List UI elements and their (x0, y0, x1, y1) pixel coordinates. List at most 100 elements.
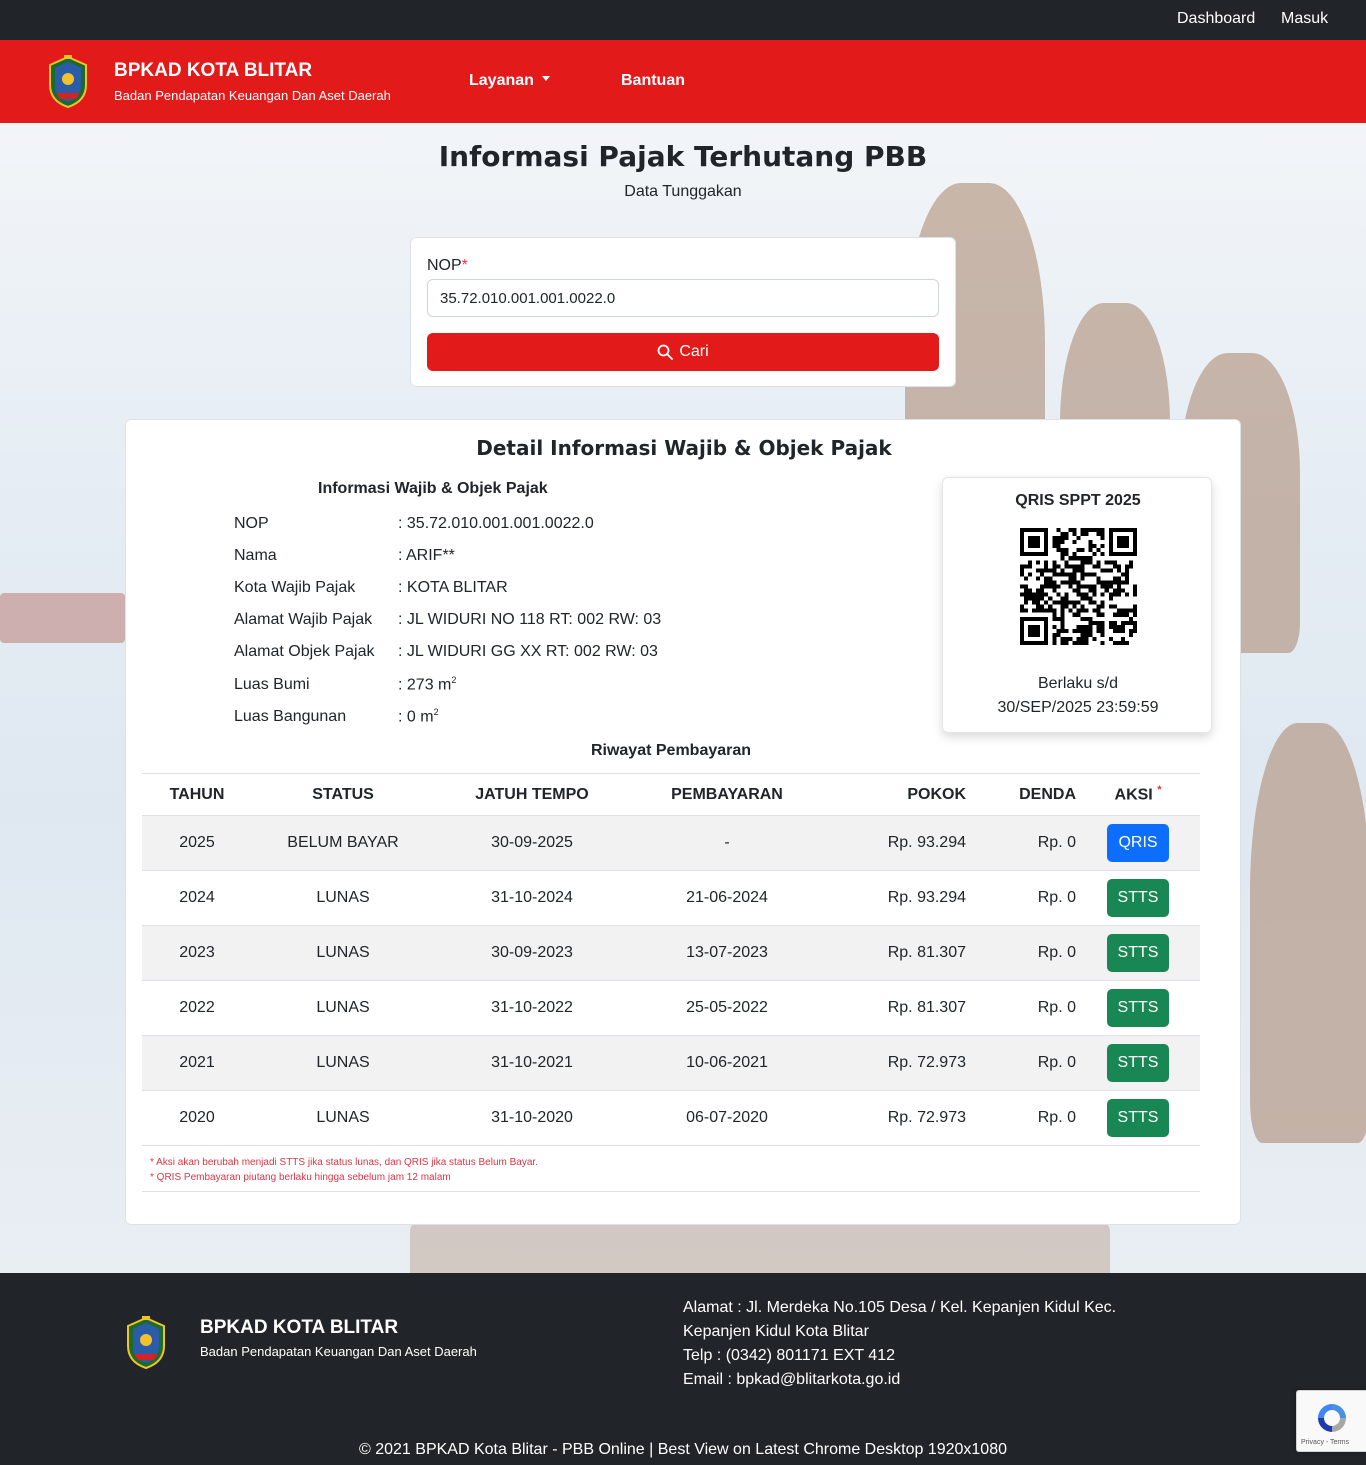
stts-button[interactable]: STTS (1107, 1099, 1169, 1137)
cell-tahun: 2024 (142, 870, 252, 926)
info-row-alamat-wajib: Alamat Wajib Pajak: JL WIDURI NO 118 RT:… (234, 611, 662, 628)
footer-emblem-icon (124, 1316, 168, 1370)
stts-button[interactable]: STTS (1107, 934, 1169, 972)
footer-title: BPKAD KOTA BLITAR (200, 1317, 399, 1338)
site-footer: BPKAD KOTA BLITAR Badan Pendapatan Keuan… (0, 1273, 1366, 1465)
cell-denda: Rp. 0 (968, 925, 1076, 981)
table-row: 2020 LUNAS 31-10-2020 06-07-2020 Rp. 72.973 R… (142, 1090, 1200, 1146)
brand-subtitle: Badan Pendapatan Keuangan Dan Aset Daera… (114, 88, 391, 103)
table-row: 2024 LUNAS 31-10-2024 21-06-2024 Rp. 93.294 R… (142, 870, 1200, 926)
cell-aksi: STTS (1076, 980, 1200, 1036)
payment-history-table: TAHUN STATUS JATUH TEMPO PEMBAYARAN POKO… (142, 773, 1200, 1146)
cell-status: BELUM BAYAR (252, 815, 434, 871)
footer-phone: Telp : (0342) 801171 EXT 412 (683, 1347, 895, 1364)
page-subtitle: Data Tunggakan (624, 183, 742, 200)
chevron-down-icon (541, 76, 550, 82)
info-row-nop: NOP: 35.72.010.001.001.0022.0 (234, 515, 594, 532)
cell-denda: Rp. 0 (968, 1090, 1076, 1146)
cell-denda: Rp. 0 (968, 815, 1076, 871)
cell-tahun: 2020 (142, 1090, 252, 1146)
col-tahun: TAHUN (142, 773, 252, 816)
cell-pembayaran: 21-06-2024 (630, 870, 824, 926)
nop-label-text: NOP (427, 257, 462, 274)
search-icon (657, 344, 674, 360)
table-row: 2021 LUNAS 31-10-2021 10-06-2021 Rp. 72.973 R… (142, 1035, 1200, 1091)
cell-aksi: STTS (1076, 1090, 1200, 1146)
brand-title[interactable]: BPKAD KOTA BLITAR (114, 60, 312, 82)
cell-aksi: QRIS (1076, 815, 1200, 871)
cell-pembayaran: 25-05-2022 (630, 980, 824, 1036)
nav-bantuan-link[interactable]: Bantuan (621, 72, 685, 90)
cell-pokok: Rp. 93.294 (824, 870, 968, 926)
cell-jatuh-tempo: 31-10-2022 (434, 980, 630, 1036)
cell-denda: Rp. 0 (968, 870, 1076, 926)
page-title: Informasi Pajak Terhutang PBB (438, 140, 928, 173)
qris-button[interactable]: QRIS (1107, 824, 1169, 862)
qris-title: QRIS SPPT 2025 (1015, 492, 1141, 509)
table-row: 2023 LUNAS 30-09-2023 13-07-2023 Rp. 81.307 R… (142, 925, 1200, 981)
info-row-nama: Nama: ARIF** (234, 547, 455, 564)
nav-layanan-dropdown[interactable]: Layanan (469, 72, 550, 90)
col-jatuh-tempo: JATUH TEMPO (434, 773, 630, 816)
cell-aksi: STTS (1076, 870, 1200, 926)
info-row-luas-bangunan: Luas Bangunan: 0 m2 (234, 707, 439, 726)
info-row-alamat-objek: Alamat Objek Pajak: JL WIDURI GG XX RT: … (234, 643, 658, 660)
cell-status: LUNAS (252, 925, 434, 981)
cell-pembayaran: 06-07-2020 (630, 1090, 824, 1146)
recaptcha-badge[interactable]: Privacy - Terms (1296, 1390, 1366, 1452)
login-link[interactable]: Masuk (1281, 10, 1328, 28)
table-header-row: TAHUN STATUS JATUH TEMPO PEMBAYARAN POKO… (142, 773, 1200, 816)
info-row-kota: Kota Wajib Pajak: KOTA BLITAR (234, 579, 508, 596)
footer-address: Alamat : Jl. Merdeka No.105 Desa / Kel. … (683, 1299, 1117, 1340)
cell-pokok: Rp. 72.973 (824, 1035, 968, 1091)
search-button[interactable]: Cari (427, 333, 939, 371)
cell-status: LUNAS (252, 870, 434, 926)
detail-card: Detail Informasi Wajib & Objek Pajak Inf… (125, 419, 1241, 1225)
cell-pembayaran: - (630, 815, 824, 871)
cell-pokok: Rp. 81.307 (824, 925, 968, 981)
col-denda: DENDA (968, 773, 1076, 816)
note-2: * QRIS Pembayaran piutang berlaku hingga… (150, 1172, 451, 1183)
copyright: © 2021 BPKAD Kota Blitar - PBB Online | … (359, 1441, 1007, 1458)
required-mark: * (461, 257, 468, 274)
info-row-luas-bumi: Luas Bumi: 273 m2 (234, 675, 457, 694)
qris-valid-until: 30/SEP/2025 23:59:59 (997, 699, 1159, 716)
cell-jatuh-tempo: 31-10-2021 (434, 1035, 630, 1091)
history-title: Riwayat Pembayaran (590, 742, 752, 759)
cell-pembayaran: 13-07-2023 (630, 925, 824, 981)
cell-status: LUNAS (252, 1090, 434, 1146)
dashboard-link[interactable]: Dashboard (1177, 10, 1255, 28)
note-1: * Aksi akan berubah menjadi STTS jika st… (150, 1157, 538, 1168)
col-status: STATUS (252, 773, 434, 816)
table-notes: * Aksi akan berubah menjadi STTS jika st… (142, 1145, 1200, 1192)
search-button-label: Cari (679, 343, 709, 360)
cell-denda: Rp. 0 (968, 1035, 1076, 1091)
stts-button[interactable]: STTS (1107, 1044, 1169, 1082)
cell-jatuh-tempo: 31-10-2024 (434, 870, 630, 926)
qris-card: QRIS SPPT 2025 Berlaku s/d 30/SEP/2025 2… (942, 477, 1212, 733)
table-row: 2022 LUNAS 31-10-2022 25-05-2022 Rp. 81.307 R… (142, 980, 1200, 1036)
cell-denda: Rp. 0 (968, 980, 1076, 1036)
cell-jatuh-tempo: 30-09-2023 (434, 925, 630, 981)
site-header: BPKAD KOTA BLITAR Badan Pendapatan Keuan… (0, 40, 1366, 123)
city-emblem-icon[interactable] (46, 55, 90, 109)
nop-input[interactable] (427, 279, 939, 317)
cell-tahun: 2022 (142, 980, 252, 1036)
cell-status: LUNAS (252, 980, 434, 1036)
qr-code[interactable] (1020, 528, 1137, 645)
cell-pokok: Rp. 81.307 (824, 980, 968, 1036)
top-bar: Dashboard Masuk (0, 0, 1366, 40)
info-heading: Informasi Wajib & Objek Pajak (318, 480, 548, 497)
cell-status: LUNAS (252, 1035, 434, 1091)
recaptcha-links[interactable]: Privacy - Terms (1301, 1439, 1349, 1446)
cell-tahun: 2021 (142, 1035, 252, 1091)
stts-button[interactable]: STTS (1107, 989, 1169, 1027)
stts-button[interactable]: STTS (1107, 879, 1169, 917)
cell-pokok: Rp. 93.294 (824, 815, 968, 871)
footer-email[interactable]: Email : bpkad@blitarkota.go.id (683, 1368, 1183, 1392)
search-card: NOP* Cari (410, 237, 956, 387)
footer-subtitle: Badan Pendapatan Keuangan Dan Aset Daera… (200, 1344, 477, 1359)
recaptcha-icon (1318, 1404, 1346, 1432)
cell-tahun: 2023 (142, 925, 252, 981)
cell-aksi: STTS (1076, 925, 1200, 981)
